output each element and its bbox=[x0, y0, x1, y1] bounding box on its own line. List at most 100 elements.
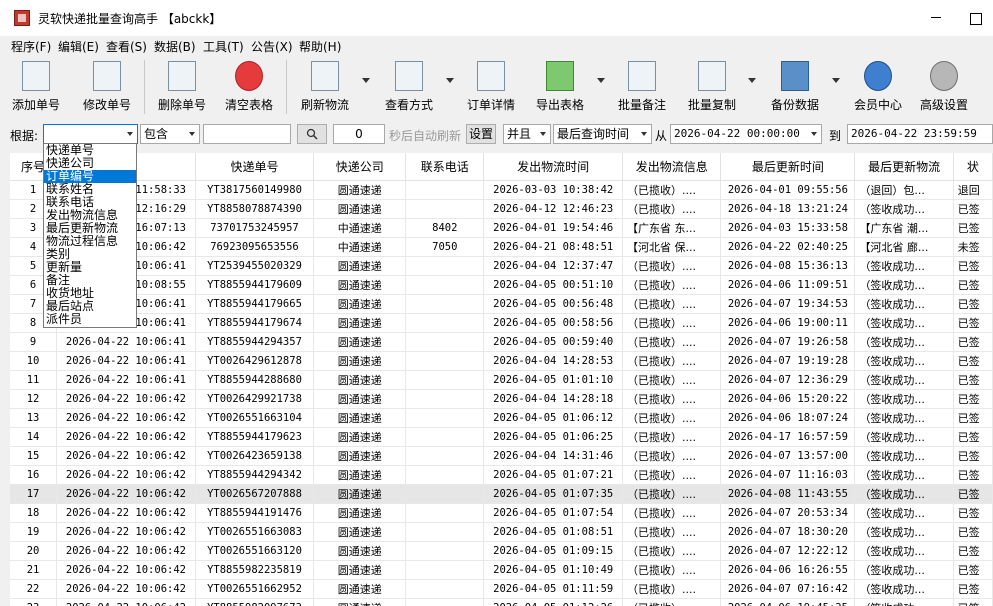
column-header[interactable]: 发出物流时间 bbox=[483, 153, 624, 181]
table-row[interactable]: 14 2026-04-22 10:06:42 YT8855944179623 圆通速递… bbox=[10, 427, 993, 447]
table-cell: 【广东省 潮... bbox=[854, 218, 954, 238]
table-row[interactable]: 22 2026-04-22 10:06:42 YT0026551662952 圆通速递… bbox=[10, 579, 993, 599]
table-row[interactable]: 82026-04-22 10:06:41YT8855944179674圆通速递2… bbox=[10, 313, 993, 333]
table-cell: （签收成功... bbox=[854, 503, 954, 523]
table-row[interactable]: 52026-04-22 10:06:41YT2539455020329圆通速递2… bbox=[10, 256, 993, 276]
add-number-button[interactable]: 添加单号 bbox=[8, 59, 64, 117]
filter-field-dropdown-list[interactable]: 快递单号 快递公司 订单编号 联系姓名 联系电话 发出物流信息 最后更新物流 物流过程信息 类别… bbox=[43, 143, 137, 328]
table-row[interactable]: 62026-04-22 10:08:55YT8855944179609圆通速递2… bbox=[10, 275, 993, 295]
backup-data-button[interactable]: 备份数据 bbox=[765, 59, 825, 117]
bulk-copy-button[interactable]: 批量复制 bbox=[682, 59, 742, 117]
table-row[interactable]: 32026-04-22 16:07:1373701753245957中通速递84… bbox=[10, 218, 993, 238]
refresh-interval-input[interactable]: 0 bbox=[333, 124, 385, 144]
dropdown-option[interactable]: 联系姓名 bbox=[44, 183, 136, 196]
refresh-dropdown-arrow[interactable] bbox=[362, 78, 370, 83]
column-header[interactable]: 快递单号 bbox=[195, 153, 315, 181]
dropdown-option[interactable]: 备注 bbox=[44, 274, 136, 287]
column-header[interactable]: 快递公司 bbox=[313, 153, 407, 181]
table-row[interactable]: 21 2026-04-22 10:06:42 YT8855982235819 圆通速递… bbox=[10, 560, 993, 580]
delete-number-button[interactable]: 删除单号 bbox=[152, 59, 212, 117]
view-dropdown-arrow[interactable] bbox=[446, 78, 454, 83]
search-button[interactable] bbox=[297, 124, 327, 144]
settings-button[interactable]: 设置 bbox=[466, 124, 496, 144]
table-row[interactable]: 72026-04-22 10:06:41YT8855944179665圆通速递2… bbox=[10, 294, 993, 314]
logic-select[interactable]: 并且 bbox=[503, 124, 551, 144]
dropdown-option[interactable]: 收货地址 bbox=[44, 287, 136, 300]
dropdown-option[interactable]: 更新量 bbox=[44, 261, 136, 274]
table-cell: 圆通速递 bbox=[313, 199, 407, 219]
table-row[interactable]: 12026-04-22 11:58:33YT3817560149980圆通速递2… bbox=[10, 180, 993, 200]
refresh-logistics-button[interactable]: 刷新物流 bbox=[294, 59, 356, 117]
menu-program[interactable]: 程序(F) bbox=[11, 38, 51, 55]
advanced-settings-button[interactable]: 高级设置 bbox=[914, 59, 974, 117]
shipment-table[interactable]: 序号时间快递单号快递公司联系电话发出物流时间发出物流信息最后更新时间最后更新物流… bbox=[10, 153, 993, 606]
table-cell: （已揽收）.... bbox=[622, 579, 722, 599]
keyword-input[interactable] bbox=[203, 124, 291, 144]
table-cell: 2026-04-07 19:26:58 bbox=[720, 332, 856, 352]
table-cell: （已揽收）.... bbox=[622, 199, 722, 219]
menu-help[interactable]: 帮助(H) bbox=[299, 38, 341, 55]
menu-data[interactable]: 数据(B) bbox=[154, 38, 196, 55]
table-row[interactable]: 22026-04-22 12:16:29YT8858078874390圆通速递2… bbox=[10, 199, 993, 219]
column-header[interactable]: 联系电话 bbox=[405, 153, 485, 181]
dropdown-option[interactable]: 快递公司 bbox=[44, 157, 136, 170]
dropdown-option[interactable]: 订单编号 bbox=[44, 170, 136, 183]
from-date-picker[interactable]: 2026-04-22 00:00:00 bbox=[670, 124, 822, 144]
table-row[interactable]: 17 2026-04-22 10:06:42 YT0026567207888 圆通速递… bbox=[10, 484, 993, 504]
table-row[interactable]: 13 2026-04-22 10:06:42 YT0026551663104 圆通速递… bbox=[10, 408, 993, 428]
minimize-icon[interactable] bbox=[931, 17, 941, 18]
table-cell: 圆通速递 bbox=[313, 332, 407, 352]
table-row[interactable]: 15 2026-04-22 10:06:42 YT0026423659138 圆通速递… bbox=[10, 446, 993, 466]
menu-notice[interactable]: 公告(X) bbox=[251, 38, 293, 55]
export-table-button[interactable]: 导出表格 bbox=[530, 59, 590, 117]
view-mode-button[interactable]: 查看方式 bbox=[378, 59, 440, 117]
table-cell: 圆通速递 bbox=[313, 180, 407, 200]
table-cell bbox=[405, 484, 485, 504]
bulk-note-button[interactable]: 批量备注 bbox=[612, 59, 672, 117]
to-date-picker[interactable]: 2026-04-22 23:59:59 bbox=[847, 124, 993, 144]
export-dropdown-arrow[interactable] bbox=[597, 78, 605, 83]
table-row[interactable]: 11 2026-04-22 10:06:41 YT8855944288680 圆通速递… bbox=[10, 370, 993, 390]
backup-dropdown-arrow[interactable] bbox=[832, 78, 840, 83]
menu-view[interactable]: 查看(S) bbox=[106, 38, 147, 55]
table-row[interactable]: 232026-04-22 10:06:42YT8855982097673圆通速递… bbox=[10, 598, 993, 606]
menu-edit[interactable]: 编辑(E) bbox=[58, 38, 99, 55]
table-row[interactable]: 20 2026-04-22 10:06:42 YT0026551663120 圆通速递… bbox=[10, 541, 993, 561]
dropdown-option[interactable]: 发出物流信息 bbox=[44, 209, 136, 222]
member-center-button[interactable]: 会员中心 bbox=[848, 59, 908, 117]
edit-number-button[interactable]: 修改单号 bbox=[78, 59, 136, 117]
column-header[interactable]: 最后更新时间 bbox=[720, 153, 856, 181]
match-mode-select[interactable]: 包含 bbox=[140, 124, 200, 144]
menu-tools[interactable]: 工具(T) bbox=[203, 38, 244, 55]
dropdown-option[interactable]: 最后站点 bbox=[44, 300, 136, 313]
dropdown-option[interactable]: 联系电话 bbox=[44, 196, 136, 209]
table-cell: 圆通速递 bbox=[313, 313, 407, 333]
clear-table-button[interactable]: 清空表格 bbox=[220, 59, 278, 117]
table-row[interactable]: 19 2026-04-22 10:06:42 YT0026551663083 圆通速递… bbox=[10, 522, 993, 542]
table-cell: 已签 bbox=[953, 427, 993, 447]
table-cell: 已签 bbox=[953, 199, 993, 219]
maximize-icon[interactable] bbox=[970, 13, 982, 25]
dropdown-option[interactable]: 快递单号 bbox=[44, 144, 136, 157]
copy-dropdown-arrow[interactable] bbox=[748, 78, 756, 83]
dropdown-option[interactable]: 物流过程信息 bbox=[44, 235, 136, 248]
table-row[interactable]: 42026-04-22 10:06:4276923095653556中通速递70… bbox=[10, 237, 993, 257]
table-cell: 已签 bbox=[953, 522, 993, 542]
table-cell: YT8855944294342 bbox=[195, 465, 315, 485]
table-row[interactable]: 12 2026-04-22 10:06:42 YT0026429921738 圆通速递… bbox=[10, 389, 993, 409]
table-row[interactable]: 16 2026-04-22 10:06:42 YT8855944294342 圆通速递… bbox=[10, 465, 993, 485]
table-row[interactable]: 10 2026-04-22 10:06:41 YT0026429612878 圆通速递… bbox=[10, 351, 993, 371]
dropdown-option[interactable]: 派件员 bbox=[44, 313, 136, 326]
column-header[interactable]: 最后更新物流 bbox=[854, 153, 954, 181]
filter-field-select[interactable] bbox=[43, 124, 138, 144]
time-field-select[interactable]: 最后查询时间 bbox=[553, 124, 652, 144]
export-icon bbox=[546, 61, 574, 91]
column-header[interactable]: 发出物流信息 bbox=[622, 153, 722, 181]
dropdown-option[interactable]: 类别 bbox=[44, 248, 136, 261]
table-row[interactable]: 18 2026-04-22 10:06:42 YT8855944191476 圆通速递… bbox=[10, 503, 993, 523]
dropdown-option[interactable]: 最后更新物流 bbox=[44, 222, 136, 235]
order-detail-button[interactable]: 订单详情 bbox=[462, 59, 520, 117]
column-header[interactable]: 状 bbox=[953, 153, 993, 181]
table-row[interactable]: 9 2026-04-22 10:06:41 YT8855944294357 圆通速递 2… bbox=[10, 332, 993, 352]
table-cell: （已揽收）.... bbox=[622, 503, 722, 523]
